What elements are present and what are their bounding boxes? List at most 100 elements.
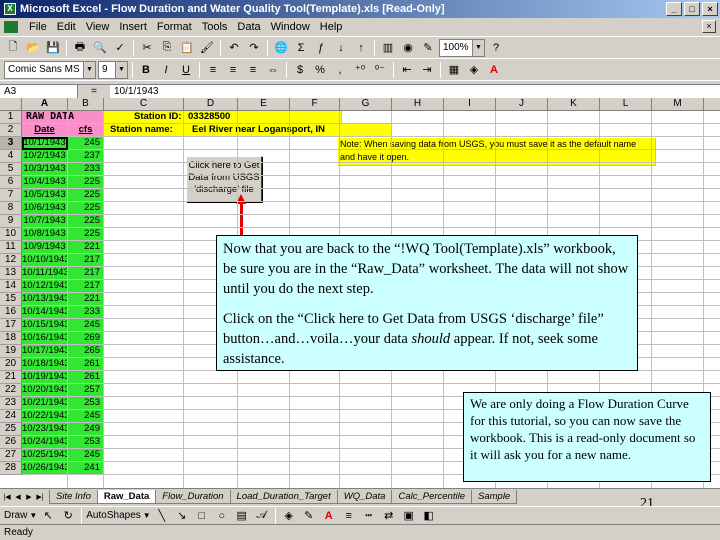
row-header[interactable]: 14 bbox=[0, 280, 22, 293]
row-header[interactable]: 2 bbox=[0, 124, 22, 137]
borders-icon[interactable]: ▦ bbox=[445, 61, 463, 79]
row-header[interactable]: 11 bbox=[0, 241, 22, 254]
row-header[interactable]: 27 bbox=[0, 449, 22, 462]
wordart-icon[interactable]: 𝒜 bbox=[253, 507, 271, 525]
menu-window[interactable]: Window bbox=[266, 21, 315, 33]
merge-center-icon[interactable]: ⇔ bbox=[264, 61, 282, 79]
line-style-icon[interactable]: ≡ bbox=[340, 507, 358, 525]
sheet-tab[interactable]: WQ_Data bbox=[336, 489, 393, 504]
oval-icon[interactable]: ○ bbox=[213, 507, 231, 525]
print-preview-icon[interactable]: 🔍 bbox=[91, 39, 109, 57]
arrow-style-icon[interactable]: ⇄ bbox=[380, 507, 398, 525]
first-sheet-icon[interactable]: |◀ bbox=[2, 493, 12, 501]
autoshapes-menu[interactable]: AutoShapes bbox=[86, 510, 141, 521]
row-header[interactable]: 23 bbox=[0, 397, 22, 410]
date-cell[interactable]: 10/1/1943 bbox=[22, 137, 68, 150]
formula-equals-icon[interactable]: = bbox=[78, 84, 110, 99]
minimize-button[interactable]: _ bbox=[666, 2, 682, 16]
paste-icon[interactable]: 📋 bbox=[178, 39, 196, 57]
sort-desc-icon[interactable]: ↑ bbox=[352, 39, 370, 57]
function-icon[interactable]: ƒ bbox=[312, 39, 330, 57]
spelling-icon[interactable]: ✓ bbox=[111, 39, 129, 57]
row-header[interactable]: 4 bbox=[0, 150, 22, 163]
formula-input[interactable]: 10/1/1943 bbox=[110, 86, 159, 97]
row-header[interactable]: 7 bbox=[0, 189, 22, 202]
textbox-icon[interactable]: ▤ bbox=[233, 507, 251, 525]
row-header[interactable]: 1 bbox=[0, 111, 22, 124]
row-header[interactable]: 13 bbox=[0, 267, 22, 280]
sort-asc-icon[interactable]: ↓ bbox=[332, 39, 350, 57]
format-painter-icon[interactable]: 🖌 bbox=[198, 39, 216, 57]
increase-indent-icon[interactable]: ⇥ bbox=[418, 61, 436, 79]
copy-icon[interactable]: ⎘ bbox=[158, 39, 176, 57]
font-color-icon[interactable]: A bbox=[320, 507, 338, 525]
column-header[interactable]: H bbox=[392, 98, 444, 111]
sheet-tab[interactable]: Site Info bbox=[49, 489, 98, 504]
column-header[interactable]: M bbox=[652, 98, 704, 111]
row-header[interactable]: 25 bbox=[0, 423, 22, 436]
column-header[interactable]: J bbox=[496, 98, 548, 111]
drawing-icon[interactable]: ✎ bbox=[419, 39, 437, 57]
zoom-select[interactable]: 100% ▼ bbox=[439, 38, 485, 57]
undo-icon[interactable]: ↶ bbox=[225, 39, 243, 57]
save-icon[interactable]: 💾 bbox=[44, 39, 62, 57]
align-center-icon[interactable]: ≡ bbox=[224, 61, 242, 79]
column-header[interactable]: F bbox=[290, 98, 340, 111]
sheet-tab[interactable]: Sample bbox=[471, 489, 518, 504]
select-objects-icon[interactable]: ↖ bbox=[39, 507, 57, 525]
document-icon[interactable] bbox=[4, 21, 18, 33]
workbook-close-button[interactable]: × bbox=[702, 20, 716, 33]
currency-icon[interactable]: $ bbox=[291, 61, 309, 79]
bold-button[interactable]: B bbox=[137, 61, 155, 79]
menu-data[interactable]: Data bbox=[232, 21, 265, 33]
print-icon[interactable]: 🖶 bbox=[71, 39, 89, 57]
font-size-select[interactable]: 9 ▼ bbox=[98, 60, 128, 79]
last-sheet-icon[interactable]: ▶| bbox=[35, 493, 45, 501]
row-header[interactable]: 24 bbox=[0, 410, 22, 423]
column-header[interactable]: K bbox=[548, 98, 600, 111]
row-header[interactable]: 5 bbox=[0, 163, 22, 176]
help-icon[interactable]: ? bbox=[487, 39, 505, 57]
close-button[interactable]: × bbox=[702, 2, 718, 16]
column-header[interactable]: G bbox=[340, 98, 392, 111]
next-sheet-icon[interactable]: ▶ bbox=[24, 493, 34, 501]
menu-edit[interactable]: Edit bbox=[52, 21, 81, 33]
3d-icon[interactable]: ◧ bbox=[420, 507, 438, 525]
hyperlink-icon[interactable]: 🌐 bbox=[272, 39, 290, 57]
menu-help[interactable]: Help bbox=[315, 21, 348, 33]
row-header[interactable]: 3 bbox=[0, 137, 22, 150]
row-header[interactable]: 26 bbox=[0, 436, 22, 449]
sheet-tab[interactable]: Raw_Data bbox=[96, 489, 157, 504]
comma-icon[interactable]: , bbox=[331, 61, 349, 79]
free-rotate-icon[interactable]: ↻ bbox=[59, 507, 77, 525]
menu-insert[interactable]: Insert bbox=[114, 21, 152, 33]
column-header[interactable]: E bbox=[238, 98, 290, 111]
cut-icon[interactable]: ✂ bbox=[138, 39, 156, 57]
row-header[interactable]: 16 bbox=[0, 306, 22, 319]
column-header[interactable]: L bbox=[600, 98, 652, 111]
decrease-indent-icon[interactable]: ⇤ bbox=[398, 61, 416, 79]
chart-wizard-icon[interactable]: ▥ bbox=[379, 39, 397, 57]
sheet-tab[interactable]: Flow_Duration bbox=[155, 489, 231, 504]
decrease-decimal-icon[interactable]: ⁰⁻ bbox=[371, 61, 389, 79]
dash-style-icon[interactable]: ┅ bbox=[360, 507, 378, 525]
column-header[interactable]: I bbox=[444, 98, 496, 111]
row-header[interactable]: 17 bbox=[0, 319, 22, 332]
draw-menu[interactable]: Draw bbox=[4, 510, 27, 521]
open-icon[interactable]: 📂 bbox=[24, 39, 42, 57]
row-header[interactable]: 20 bbox=[0, 358, 22, 371]
line-color-icon[interactable]: ✎ bbox=[300, 507, 318, 525]
rectangle-icon[interactable]: □ bbox=[193, 507, 211, 525]
name-box[interactable]: A3 bbox=[0, 84, 78, 99]
row-header[interactable]: 8 bbox=[0, 202, 22, 215]
row-header[interactable]: 22 bbox=[0, 384, 22, 397]
sheet-tab[interactable]: Calc_Percentile bbox=[391, 489, 472, 504]
menu-file[interactable]: File bbox=[24, 21, 52, 33]
sheet-tab[interactable]: Load_Duration_Target bbox=[229, 489, 338, 504]
underline-button[interactable]: U bbox=[177, 61, 195, 79]
column-header[interactable]: C bbox=[104, 98, 184, 111]
arrow-icon[interactable]: ↘ bbox=[173, 507, 191, 525]
row-header[interactable]: 21 bbox=[0, 371, 22, 384]
map-icon[interactable]: ◉ bbox=[399, 39, 417, 57]
font-color-icon[interactable]: A bbox=[485, 61, 503, 79]
